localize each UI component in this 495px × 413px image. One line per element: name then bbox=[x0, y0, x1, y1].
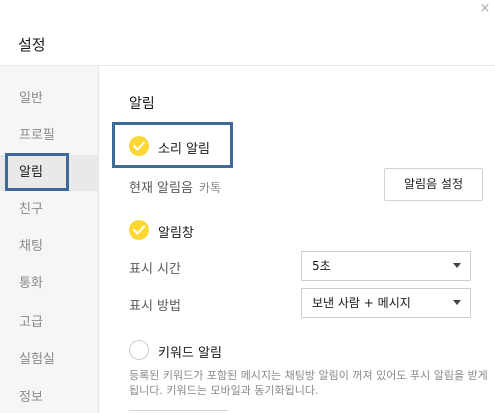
alert-window-checkbox[interactable] bbox=[129, 220, 149, 240]
display-method-select[interactable]: 보낸 사람 + 메시지 bbox=[301, 288, 471, 318]
cut-off-button-edge bbox=[129, 410, 228, 411]
sidebar-item-advanced[interactable]: 고급 bbox=[0, 305, 98, 341]
sidebar-item-general[interactable]: 일반 bbox=[0, 81, 98, 117]
alert-window-label: 알림창 bbox=[158, 226, 194, 241]
keyword-alert-checkbox[interactable] bbox=[129, 340, 149, 360]
display-time-select[interactable]: 5초 bbox=[301, 251, 471, 281]
sound-settings-button[interactable]: 알림음 설정 bbox=[384, 168, 483, 201]
section-title: 알림 bbox=[129, 96, 155, 112]
display-time-label: 표시 시간 bbox=[129, 262, 181, 277]
current-sound-label: 현재 알림음 bbox=[129, 181, 193, 196]
display-time-value: 5초 bbox=[312, 259, 331, 273]
window-title: 설정 bbox=[18, 36, 46, 54]
sidebar-item-profile[interactable]: 프로필 bbox=[0, 118, 98, 154]
check-icon bbox=[133, 225, 145, 235]
settings-sidebar: 일반 프로필 알림 친구 채팅 통화 고급 실험실 정보 bbox=[0, 66, 99, 413]
display-method-label: 표시 방법 bbox=[129, 299, 181, 314]
current-sound-value: 카톡 bbox=[198, 181, 222, 195]
close-icon[interactable]: × bbox=[478, 2, 492, 16]
sidebar-item-friends[interactable]: 친구 bbox=[0, 192, 98, 228]
sidebar-item-call[interactable]: 통화 bbox=[0, 266, 98, 302]
sidebar-item-labs[interactable]: 실험실 bbox=[0, 342, 98, 378]
sidebar-item-chat[interactable]: 채팅 bbox=[0, 229, 98, 265]
keyword-alert-description: 등록된 키워드가 포함된 메시지는 채팅방 알림이 꺼져 있어도 푸시 알림을 … bbox=[129, 369, 488, 397]
sound-alert-label: 소리 알림 bbox=[158, 142, 210, 157]
chevron-down-icon bbox=[453, 300, 461, 305]
check-icon bbox=[133, 141, 145, 151]
sidebar-item-notifications[interactable]: 알림 bbox=[0, 155, 98, 191]
chevron-down-icon bbox=[453, 263, 461, 268]
current-sound-row: 현재 알림음 카톡 bbox=[129, 177, 221, 196]
keyword-alert-label: 키워드 알림 bbox=[158, 346, 222, 361]
sidebar-item-info[interactable]: 정보 bbox=[0, 380, 98, 413]
sound-alert-checkbox[interactable] bbox=[129, 136, 149, 156]
notifications-panel: 알림 소리 알림 현재 알림음 카톡 알림음 설정 알림창 표시 시간 5초 표시… bbox=[100, 66, 495, 413]
display-method-value: 보낸 사람 + 메시지 bbox=[312, 296, 411, 310]
